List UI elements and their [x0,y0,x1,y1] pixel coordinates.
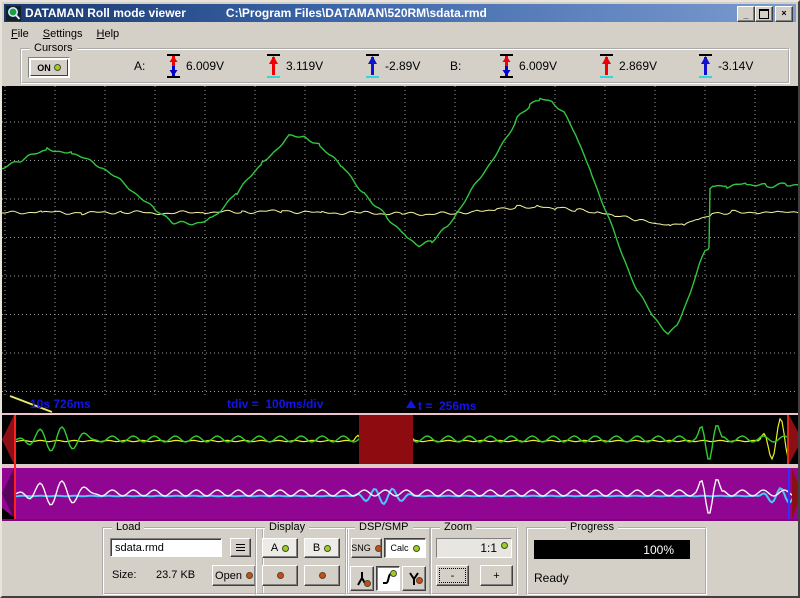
right-marker-line [787,415,789,464]
selection-region[interactable] [359,415,413,464]
list-lines-icon [236,542,245,553]
display-group: Display A B [255,527,349,595]
sng-label: SNG [351,543,371,553]
minimize-button[interactable]: _ [737,6,755,22]
channel-b-led-icon [324,545,331,552]
time-status-bar: 10s 726ms tdiv = 100ms/div t = 256ms [2,395,800,413]
app-window: DATAMAN Roll mode viewer C:\Program File… [0,0,800,598]
cursors-caption: Cursors [30,42,77,54]
file-list-button[interactable] [230,538,251,557]
zoom-in-button[interactable]: + [480,565,513,586]
red-max-arrow-icon [598,53,615,79]
interp-smooth-led-icon [390,570,397,577]
scope-waveforms [2,86,800,395]
cursor-b-max-value: 2.869V [619,59,657,73]
zoom-led-icon [501,542,508,549]
interp-smooth-button[interactable] [376,566,400,591]
cursor-a-min-value: -2.89V [385,59,420,73]
channel-a-button[interactable]: A [262,538,298,558]
title-bar: DATAMAN Roll mode viewer C:\Program File… [4,4,796,22]
close-icon: × [781,8,786,18]
scope-display [2,86,800,395]
zoom-ratio-value: 1:1 [480,541,497,555]
ready-status: Ready [534,571,569,585]
maximize-icon [759,9,769,19]
overview-waveforms-2 [2,468,800,519]
channel-c-button[interactable] [262,565,298,586]
calc-label: Calc [390,543,408,553]
interp-step-button[interactable] [350,566,374,591]
minimize-icon: _ [743,10,748,20]
channel-a-led-icon [282,545,289,552]
cursor-b-label: B: [450,59,461,73]
channel-d-button[interactable] [304,565,340,586]
red-max-arrow-icon [265,53,282,79]
zoom-out-button[interactable]: - [436,565,469,586]
load-group: Load Size: 23.7 KB Open [102,527,264,595]
menu-help[interactable]: Help [90,26,127,42]
progress-group: Progress 100% Ready [526,527,707,595]
close-button[interactable]: × [775,6,793,22]
sng-led-icon [375,545,382,552]
channel-d-led-icon [319,572,326,579]
cursors-on-label: ON [37,63,51,73]
window-title: DATAMAN Roll mode viewer [25,6,186,20]
cursor-a-position-line[interactable] [14,415,16,519]
zoom-group: Zoom 1:1 - + [430,527,518,595]
interp-linear-led-icon [416,577,423,584]
dsp-smp-group: DSP/SMP SNG Calc [345,527,431,595]
cursor-b-min-value: -3.14V [718,59,753,73]
cursors-on-button[interactable]: ON [30,59,68,76]
open-label: Open [215,570,242,582]
cursor-b-position-line[interactable] [788,468,790,519]
cursors-group: Cursors ON A: 6.009V 3.119V [20,48,790,84]
size-label: Size: [112,569,136,581]
menu-file[interactable]: File [4,26,36,42]
zoom-in-label: + [493,570,499,582]
status-delta-t: t = 256ms [406,397,418,411]
cursor-b-pp-value: 6.009V [519,59,557,73]
display-caption: Display [265,521,309,533]
interp-step-led-icon [364,580,371,587]
blue-min-arrow-icon [697,53,714,79]
channel-a-label: A [271,542,278,554]
progress-percent: 100% [643,543,674,557]
cursor-a-pp-value: 6.009V [186,59,224,73]
channel-b-button[interactable]: B [304,538,340,558]
load-caption: Load [112,521,144,533]
window-title-path: C:\Program Files\DATAMAN\520RM\sdata.rmd [226,6,487,20]
cursor-a-max-value: 3.119V [286,59,323,73]
interp-linear-button[interactable] [402,566,426,591]
cursor-a-label: A: [134,59,145,73]
filename-input[interactable] [110,538,222,557]
channel-c-led-icon [277,572,284,579]
zoom-out-label: - [451,570,455,582]
cursors-on-led-icon [54,64,61,71]
status-tdiv: tdiv = 100ms/div [227,397,323,411]
status-time: 10s 726ms [30,397,91,411]
delta-icon [406,400,416,408]
calc-button[interactable]: Calc [384,538,426,558]
sng-button[interactable]: SNG [351,538,382,558]
menu-settings[interactable]: Settings [36,26,90,42]
maximize-button[interactable] [755,6,773,22]
peak-to-peak-arrow-icon [165,53,182,79]
zoom-caption: Zoom [440,521,476,533]
app-magnifier-icon [6,6,21,21]
progress-caption: Progress [566,521,618,533]
open-button[interactable]: Open [212,565,256,586]
progress-bar: 100% [534,540,690,559]
menu-bar: File Settings Help [4,24,796,43]
zoom-ratio-display: 1:1 [436,538,512,558]
dsp-caption: DSP/SMP [355,521,413,533]
peak-to-peak-arrow-icon [498,53,515,79]
blue-min-arrow-icon [364,53,381,79]
overview-strip-secondary[interactable] [2,468,800,519]
calc-led-icon [413,545,420,552]
channel-b-label: B [313,542,320,554]
open-led-icon [246,572,253,579]
size-value: 23.7 KB [156,569,195,581]
control-panel: Load Size: 23.7 KB Open Display A B [2,521,800,598]
overview-strip-main[interactable] [2,415,800,464]
